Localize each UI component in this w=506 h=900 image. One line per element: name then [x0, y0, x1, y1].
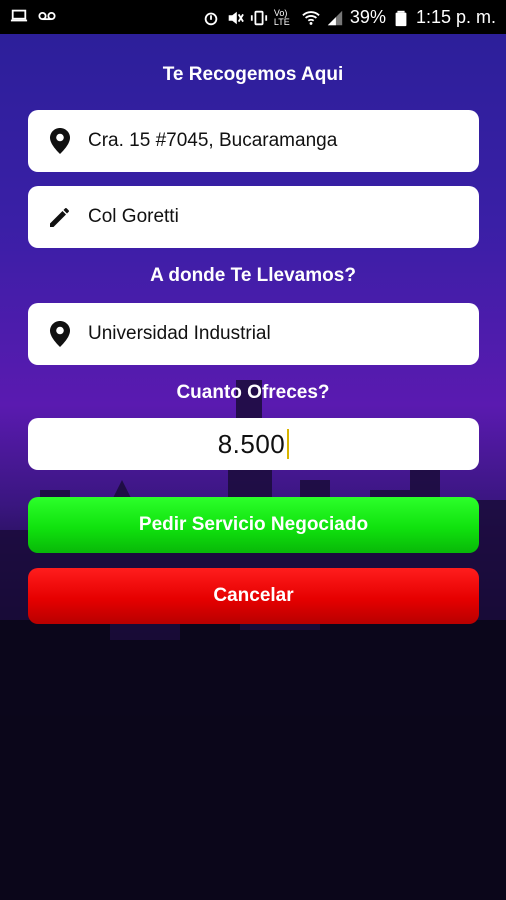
volte-indicator: Vo) LTE [273, 7, 290, 27]
voicemail-icon [38, 11, 56, 21]
signal-icon [327, 10, 343, 25]
pickup-address-field[interactable]: Cra. 15 #7045, Bucaramanga [28, 110, 479, 172]
alarm-icon [204, 12, 218, 25]
offer-value: 8.500 [217, 428, 286, 459]
status-time: 1:15 p. m. [415, 7, 496, 27]
destination-field[interactable]: Universidad Industrial [28, 303, 479, 365]
battery-icon [395, 10, 407, 26]
location-pin-icon [46, 127, 74, 155]
request-service-button[interactable]: Pedir Servicio Negociado [28, 497, 479, 553]
status-bar-left [10, 7, 56, 25]
pickup-reference-text: Col Goretti [88, 206, 179, 227]
pickup-title: Te Recogemos Aqui [162, 64, 344, 85]
mute-icon [228, 11, 244, 24]
pickup-reference-field[interactable]: Col Goretti [28, 186, 479, 248]
pickup-address-text: Cra. 15 #7045, Bucaramanga [88, 130, 338, 151]
offer-title: Cuanto Ofreces? [176, 382, 330, 403]
status-bar: Vo) LTE 39% 1:15 p. m. [0, 0, 506, 34]
destination-title: A donde Te Llevamos? [150, 265, 356, 286]
location-pin-icon [46, 320, 74, 348]
battery-percent: 39% [349, 7, 386, 27]
wifi-icon [302, 10, 320, 25]
vibrate-icon [250, 10, 268, 25]
laptop-icon [10, 9, 28, 22]
destination-text: Universidad Industrial [88, 323, 271, 344]
cancel-button[interactable]: Cancelar [28, 568, 479, 624]
pencil-icon [46, 203, 74, 231]
status-bar-right: Vo) LTE 39% 1:15 p. m. [202, 7, 496, 28]
offer-input[interactable]: 8.500 [28, 418, 479, 470]
text-caret [287, 429, 290, 459]
